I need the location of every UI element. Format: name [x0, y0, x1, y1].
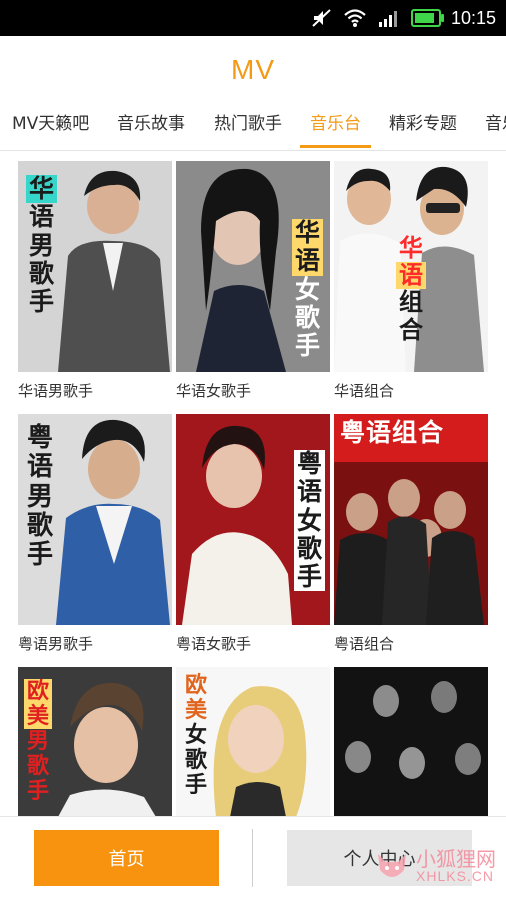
thumbnail: 欧 美 男 歌 手: [18, 667, 172, 817]
thumbnail: 欧 美 女 歌 手: [176, 667, 330, 817]
overlay-text: 粤语组合: [340, 418, 445, 447]
category-tabs: MV天籁吧 音乐故事 热门歌手 音乐台 精彩专题 音乐: [0, 104, 506, 151]
grid-item-label: 华语男歌手: [18, 382, 94, 400]
overlay-char: 合: [399, 315, 423, 344]
watermark: 小狐狸网 XHLKS.CN: [372, 846, 496, 886]
battery-icon: [410, 9, 444, 27]
grid-item-label: 华语组合: [334, 382, 395, 400]
overlay-char: 女: [185, 723, 208, 749]
grid-item-cantonese-female[interactable]: 粤 语 女 歌 手 粤语女歌手: [176, 414, 330, 653]
overlay-char: 女: [295, 274, 321, 304]
overlay-char: 歌: [294, 534, 326, 563]
status-icons: 10:15: [311, 0, 496, 36]
overlay-char: 手: [185, 773, 208, 799]
overlay-char: 手: [27, 779, 50, 805]
overlay-char: 组: [399, 288, 423, 317]
tab-music-more[interactable]: 音乐: [485, 104, 506, 148]
overlay-char: 语: [27, 452, 54, 483]
overlay-char: 粤: [27, 423, 54, 453]
overlay-char: 手: [294, 563, 326, 592]
overlay-char: 手: [295, 331, 321, 360]
overlay-char: 欧: [24, 679, 53, 705]
grid-item-mandarin-female[interactable]: 华 语 女 歌 手 华语女歌手: [176, 161, 330, 400]
grid-item-mandarin-male[interactable]: 华 语 男 歌 手 华语男歌手: [18, 161, 172, 400]
fox-logo-icon: [378, 854, 406, 877]
grid-item-label: 华语女歌手: [176, 382, 252, 400]
overlay-char: 歌: [27, 510, 54, 541]
overlay-char: 歌: [185, 748, 208, 774]
overlay-char: 男: [29, 230, 55, 260]
overlay-char: 华: [399, 234, 423, 262]
overlay-char: 男: [27, 729, 50, 755]
tab-hot-singers[interactable]: 热门歌手: [214, 104, 282, 148]
watermark-domain: XHLKS.CN: [416, 868, 495, 884]
overlay-char: 语: [396, 262, 426, 290]
grid-item-mandarin-group[interactable]: 华 语 组 合 华语组合: [334, 161, 488, 400]
overlay-char: 手: [27, 540, 54, 571]
overlay-char: 华: [292, 219, 324, 248]
overlay-char: 语: [294, 478, 326, 507]
thumbnail: [334, 667, 488, 817]
signal-icon: [378, 11, 397, 27]
tab-music-station[interactable]: 音乐台: [300, 104, 371, 148]
header: MV: [0, 36, 506, 104]
thumbnail: 华 语 女 歌 手: [176, 161, 330, 372]
overlay-char: 语: [292, 247, 324, 276]
status-bar: 10:15: [0, 0, 506, 36]
page-title: MV: [231, 54, 275, 85]
thumbnail: 华 语 组 合: [334, 161, 488, 372]
status-time: 10:15: [450, 7, 496, 28]
grid-item-cantonese-group[interactable]: 粤语组合 粤语组合: [334, 414, 488, 653]
grid-item-label: 粤语女歌手: [176, 635, 252, 653]
thumbnail: 粤 语 女 歌 手: [176, 414, 330, 625]
grid-item-western-female[interactable]: 欧 美 女 歌 手: [176, 667, 330, 817]
tab-mv-tianlai[interactable]: MV天籁吧: [12, 104, 89, 148]
grid-item-western-group[interactable]: [334, 667, 488, 817]
overlay-char: 美: [24, 704, 53, 730]
home-button[interactable]: 首页: [34, 830, 219, 886]
thumbnail: 华 语 男 歌 手: [18, 161, 172, 372]
watermark-text: 小狐狸网: [416, 847, 496, 871]
tab-featured-topics[interactable]: 精彩专题: [389, 104, 457, 148]
overlay-char: 欧: [185, 673, 208, 698]
overlay-char: 语: [29, 202, 55, 232]
wifi-icon: [344, 9, 366, 27]
overlay-char: 粤: [294, 450, 326, 479]
overlay-char: 歌: [27, 754, 50, 780]
grid-item-cantonese-male[interactable]: 粤 语 男 歌 手 粤语男歌手: [18, 414, 172, 653]
overlay-char: 手: [29, 287, 55, 316]
overlay-char: 歌: [295, 302, 321, 332]
overlay-char: 歌: [29, 258, 55, 288]
thumbnail: 粤语组合: [334, 414, 488, 625]
thumbnail: 粤 语 男 歌 手: [18, 414, 172, 625]
grid-item-label: 粤语男歌手: [18, 635, 94, 653]
tab-music-story[interactable]: 音乐故事: [117, 104, 185, 148]
overlay-char: 美: [185, 698, 208, 724]
mute-icon: [312, 9, 331, 27]
divider: [252, 829, 253, 887]
grid-item-label: 粤语组合: [334, 635, 395, 653]
overlay-char: 男: [27, 481, 54, 512]
overlay-char: 女: [294, 506, 326, 535]
grid-item-western-male[interactable]: 欧 美 男 歌 手: [18, 667, 172, 817]
overlay-char: 华: [26, 175, 58, 204]
